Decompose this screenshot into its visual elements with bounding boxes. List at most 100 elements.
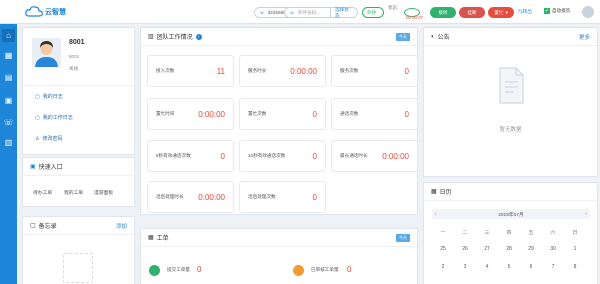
memo-icon: ▢	[30, 223, 36, 229]
my-work-log-label: 我的工作日志	[42, 115, 73, 121]
status-select-value: 选择状态	[335, 6, 349, 18]
notice-panel: ◐ 公告 更多 暂无数据	[423, 27, 598, 177]
stat-value: 0	[220, 151, 225, 161]
chevron-down-icon: ▾	[505, 9, 508, 15]
empty-document-icon	[499, 67, 524, 104]
weekday-label: 四	[506, 230, 512, 236]
user-status: 离线	[69, 66, 79, 71]
change-password-label: 修改密码	[42, 136, 63, 142]
memo-panel: ▢ 备忘录 添加	[22, 216, 135, 284]
calendar-day[interactable]: 29	[520, 246, 542, 252]
weekday-label: 五	[528, 230, 534, 236]
calendar-day[interactable]: 26	[454, 246, 476, 252]
call-timer: 00:00:07	[406, 15, 424, 20]
stat-card: 服务次数 0	[331, 55, 418, 87]
notice-empty-text: 暂无数据	[499, 127, 522, 133]
home-icon[interactable]: ⌂	[2, 29, 15, 42]
outbound-button[interactable]: 外呼	[362, 7, 384, 18]
grid-icon[interactable]: ▦	[2, 49, 15, 62]
empty-memo-icon	[63, 253, 93, 283]
user-avatar	[32, 38, 61, 67]
cloud-logo-icon	[25, 6, 43, 17]
today-tag[interactable]: 今天	[396, 233, 410, 242]
weekday-label: 三	[484, 230, 490, 236]
reviewed-label: 已审核工单量	[311, 267, 339, 272]
announcement-icon: ◐	[431, 33, 435, 40]
auto-answer-checkbox[interactable]: ✓ 自动接答	[544, 8, 570, 14]
monitor-icon[interactable]: ▣	[2, 94, 15, 107]
calendar-panel: ▦ 日历 ‹ 2018年07月 › 一 二 三 四 五 六 日 25 26 27…	[423, 182, 598, 284]
avatar[interactable]	[582, 6, 594, 18]
stat-value: 0	[312, 109, 317, 119]
my-log-link[interactable]: ▢ 我的日志	[35, 93, 63, 101]
calendar-day[interactable]: 28	[498, 246, 520, 252]
user-name: 8001	[69, 39, 85, 46]
calendar-day[interactable]: 1	[564, 246, 586, 252]
stat-card: 服务时长 0:00:00	[239, 55, 326, 87]
calendar-icon: ▢	[35, 93, 40, 100]
calendar-icon: ▦	[431, 189, 437, 195]
stat-card: 10秒有效通话次数 0	[239, 140, 326, 172]
team-stats-panel: ▥ 团队工作情况 i 今天 接入次数 11 服务时长 0:00:00 服务次数 …	[140, 27, 418, 215]
quick-item-my-orders[interactable]: 我的工单	[64, 189, 83, 196]
user-card: 8001 8001 离线 ▢ 我的日志 ▢ 我的工作日志 ♙ 修改密码	[22, 27, 135, 155]
chevron-right-icon[interactable]: ›	[585, 212, 587, 217]
stat-label: 话后处理次数	[248, 194, 276, 199]
weekday-label: 二	[462, 230, 468, 236]
document-icon[interactable]: ▤	[2, 71, 15, 84]
quick-item-pending[interactable]: 待办工单	[33, 189, 52, 196]
notice-more-link[interactable]: 更多	[579, 33, 590, 41]
change-password-link[interactable]: ♙ 修改密码	[35, 135, 63, 143]
calendar-day[interactable]: 5	[498, 264, 520, 270]
transfer-label: 转出	[522, 9, 532, 14]
stat-label: 服务次数	[340, 68, 359, 73]
calendar-day[interactable]: 3	[454, 264, 476, 270]
memo-header: ▢ 备忘录 添加	[23, 217, 134, 235]
calendar-day[interactable]: 2	[432, 264, 454, 270]
calendar-day[interactable]: 6	[520, 264, 542, 270]
stat-value: 11	[216, 66, 225, 76]
quick-item-roaming[interactable]: 漫游面板	[94, 189, 113, 196]
calendar-day[interactable]: 4	[476, 264, 498, 270]
team-stats-title: 团队工作情况	[156, 35, 193, 41]
phone-icon[interactable]: ☏	[2, 116, 15, 129]
chevron-left-icon[interactable]: ‹	[435, 212, 437, 217]
calendar-day[interactable]: 8	[564, 264, 586, 270]
memo-add-link[interactable]: 添加	[116, 222, 127, 230]
calendar-day[interactable]: 7	[542, 264, 564, 270]
stat-card: 5秒有效通话次数 0	[147, 140, 234, 172]
answer-button[interactable]: 接听	[430, 7, 456, 18]
stat-label: 最长通话时长	[340, 153, 368, 158]
calendar-month: 2018年07月	[498, 212, 524, 218]
my-work-log-link[interactable]: ▢ 我的工作日志	[35, 114, 73, 122]
stats-icon[interactable]: ▥	[2, 136, 15, 149]
app-name: 云智慧	[45, 8, 66, 16]
info-icon[interactable]: i	[195, 33, 202, 40]
team-stats-header: ▥ 团队工作情况 i 今天	[141, 28, 417, 46]
busy-button[interactable]: 置忙 ▾	[488, 7, 514, 18]
calendar-day[interactable]: 30	[542, 246, 564, 252]
quick-entry-panel: ▣ 快速入口 待办工单 我的工单 漫游面板	[22, 157, 135, 207]
calendar-day[interactable]: 25	[432, 246, 454, 252]
transfer-link[interactable]: ⇆转出	[518, 9, 532, 15]
stat-card: 最长通话时长 0:00:00	[331, 140, 418, 172]
stat-label: 通话次数	[340, 111, 359, 116]
status-select[interactable]: 选择状态	[330, 7, 358, 18]
notice-title: 公告	[437, 35, 450, 41]
user-extension: 8001	[69, 54, 80, 59]
stat-value: 0:00:00	[198, 192, 225, 202]
today-tag[interactable]: 今天	[396, 32, 410, 41]
calendar-day[interactable]: 27	[476, 246, 498, 252]
dial-placeholder: 外呼号码...	[297, 9, 320, 15]
hangup-button[interactable]: 挂断	[459, 7, 485, 18]
my-log-label: 我的日志	[42, 94, 63, 100]
reviewed-value: 0	[347, 265, 352, 274]
stat-value: 0:00:00	[198, 109, 225, 119]
quick-entry-title: 快速入口	[38, 165, 63, 171]
stat-label: 接入次数	[156, 68, 175, 73]
auto-answer-label: 自动接答	[552, 8, 571, 13]
stat-card: 接入次数 11	[147, 55, 234, 87]
shortcut-icon: ▣	[30, 164, 36, 170]
stat-label: 置忙时间	[156, 111, 175, 116]
workorder-header: ▦ 工单 今天	[141, 229, 417, 247]
